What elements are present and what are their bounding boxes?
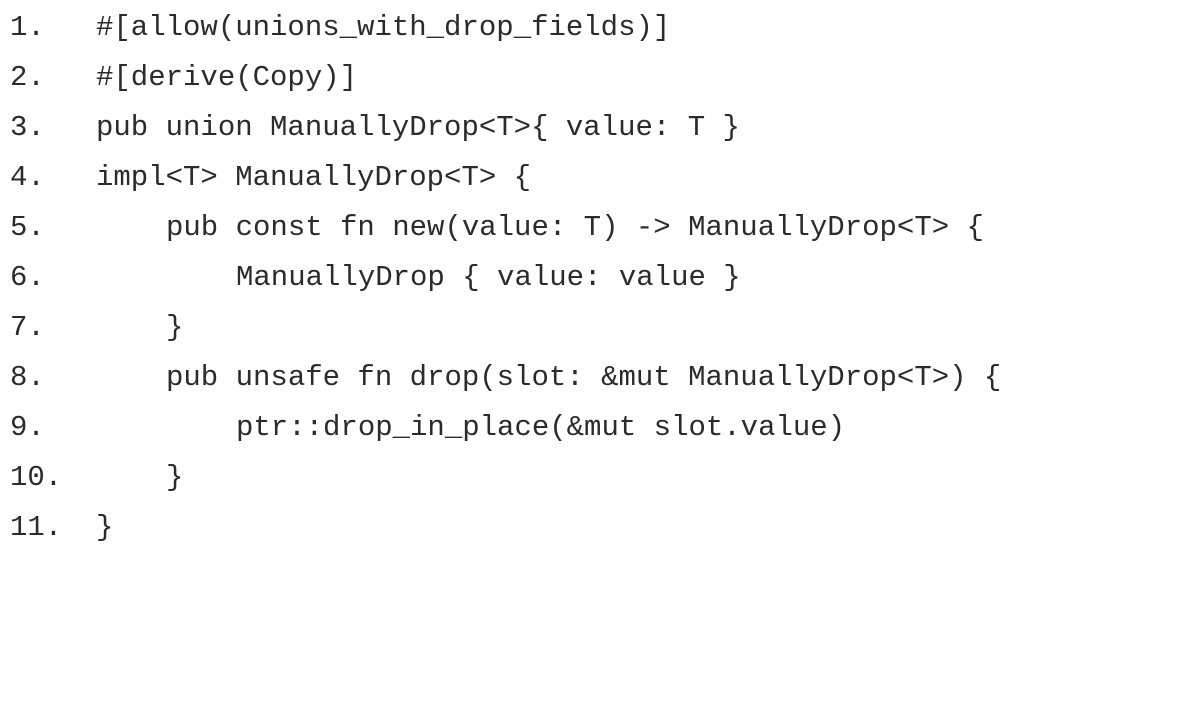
- line-code: pub union ManuallyDrop<T>{ value: T }: [96, 111, 740, 144]
- line-number: 8.: [10, 361, 45, 394]
- line-number: 4.: [10, 161, 45, 194]
- line-number: 6.: [10, 261, 45, 294]
- code-line: 6. ManuallyDrop { value: value }: [0, 253, 1196, 303]
- line-code: }: [96, 511, 114, 544]
- line-code: }: [166, 311, 184, 344]
- code-line: 4. impl<T> ManuallyDrop<T> {: [0, 153, 1196, 203]
- line-number: 2.: [10, 61, 45, 94]
- line-code: }: [166, 461, 184, 494]
- line-number: 9.: [10, 411, 45, 444]
- code-line: 5. pub const fn new(value: T) -> Manuall…: [0, 203, 1196, 253]
- line-code: pub const fn new(value: T) -> ManuallyDr…: [166, 211, 984, 244]
- line-number: 5.: [10, 211, 45, 244]
- line-number: 3.: [10, 111, 45, 144]
- code-line: 3. pub union ManuallyDrop<T>{ value: T }: [0, 103, 1196, 153]
- code-line: 1. #[allow(unions_with_drop_fields)]: [0, 3, 1196, 53]
- code-line: 7. }: [0, 303, 1196, 353]
- line-code: ManuallyDrop { value: value }: [236, 261, 741, 294]
- line-code: #[derive(Copy)]: [96, 61, 358, 94]
- line-code: ptr::drop_in_place(&mut slot.value): [236, 411, 846, 444]
- code-line: 11. }: [0, 503, 1196, 553]
- line-code: impl<T> ManuallyDrop<T> {: [96, 161, 532, 194]
- line-number: 1.: [10, 11, 45, 44]
- code-line: 9. ptr::drop_in_place(&mut slot.value): [0, 403, 1196, 453]
- code-listing: 1. #[allow(unions_with_drop_fields)] 2. …: [0, 0, 1196, 551]
- line-number: 10.: [10, 461, 63, 494]
- line-code: pub unsafe fn drop(slot: &mut ManuallyDr…: [166, 361, 1002, 394]
- line-number: 11.: [10, 511, 63, 544]
- code-line: 8. pub unsafe fn drop(slot: &mut Manuall…: [0, 353, 1196, 403]
- line-code: #[allow(unions_with_drop_fields)]: [96, 11, 671, 44]
- line-number: 7.: [10, 311, 45, 344]
- code-line: 10. }: [0, 453, 1196, 503]
- code-line: 2. #[derive(Copy)]: [0, 53, 1196, 103]
